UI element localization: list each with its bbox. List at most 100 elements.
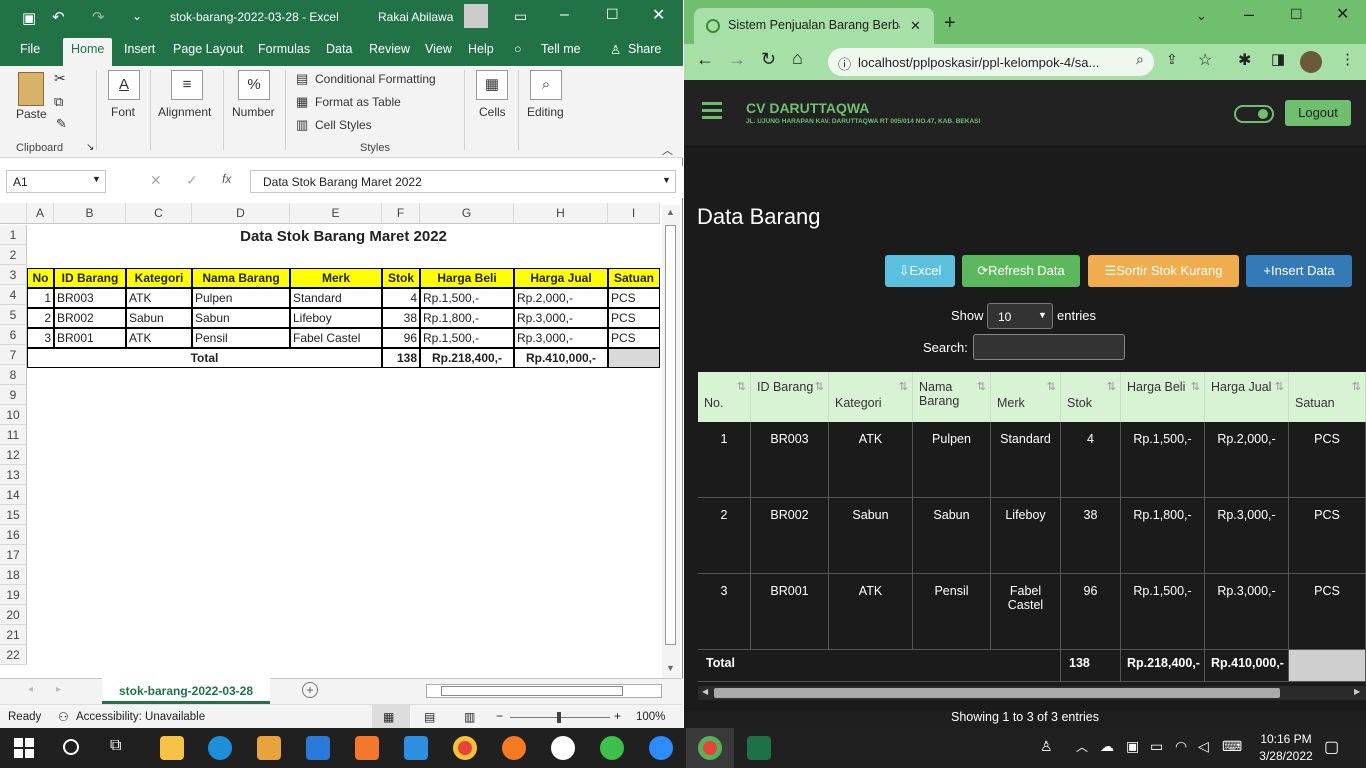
zoom-out-icon[interactable]: −	[496, 709, 503, 723]
data-cell[interactable]: Rp.1,500,-	[420, 288, 514, 308]
tab-data[interactable]: Data	[326, 42, 352, 56]
data-cell[interactable]: 4	[382, 288, 420, 308]
row-header[interactable]: 2	[0, 245, 27, 265]
home-icon[interactable]: ⌂	[792, 48, 803, 69]
row-header[interactable]: 8	[0, 365, 27, 385]
header-cell[interactable]: Harga Beli	[420, 268, 514, 288]
browser-tab[interactable]: Sistem Penjualan Barang Berbasis ✕	[694, 8, 934, 44]
redo-icon[interactable]: ↷	[92, 8, 105, 26]
data-cell[interactable]: Pulpen	[192, 288, 290, 308]
clock-date[interactable]: 3/28/2022	[1256, 749, 1316, 763]
entries-select[interactable]: 10 ▼	[987, 303, 1053, 329]
row-header[interactable]: 16	[0, 525, 27, 545]
column-header[interactable]: A	[27, 203, 54, 223]
vscode-icon[interactable]	[404, 736, 428, 760]
table-header[interactable]: Nama Barang ⇅	[913, 372, 991, 422]
data-cell[interactable]: Pensil	[192, 328, 290, 348]
row-header[interactable]: 4	[0, 285, 27, 305]
sort-icon[interactable]: ⇅	[737, 380, 746, 393]
row-header[interactable]: 10	[0, 405, 27, 425]
data-cell[interactable]: Rp.2,000,-	[514, 288, 608, 308]
editing-button[interactable]: Editing	[527, 105, 564, 119]
row-header[interactable]: 12	[0, 445, 27, 465]
prev-sheet-icon[interactable]: ◂	[28, 684, 33, 695]
number-icon[interactable]: %	[238, 70, 270, 100]
data-cell[interactable]: Rp.1,800,-	[420, 308, 514, 328]
data-cell[interactable]: BR003	[54, 288, 126, 308]
people-icon[interactable]: ♙	[1040, 738, 1053, 755]
bookmark-star-icon[interactable]: ☆	[1198, 50, 1212, 70]
mail-icon[interactable]	[306, 736, 330, 760]
data-cell[interactable]: Rp.3,000,-	[514, 308, 608, 328]
copy-icon[interactable]: ⧉	[54, 94, 63, 110]
logout-button[interactable]: Logout	[1285, 100, 1351, 126]
cells-button[interactable]: Cells	[479, 105, 506, 119]
scrollbar-thumb[interactable]	[714, 688, 1280, 698]
close-tab-icon[interactable]: ✕	[910, 18, 921, 34]
data-cell[interactable]: Rp.1,500,-	[420, 328, 514, 348]
sortir-stok-button[interactable]: ☰Sortir Stok Kurang	[1088, 255, 1239, 287]
menu-icon[interactable]: ⋮	[1340, 50, 1355, 68]
table-header[interactable]: Harga Beli ⇅	[1121, 372, 1205, 422]
total-beli-cell[interactable]: Rp.218,400,-	[420, 348, 514, 368]
customize-icon[interactable]: ⌄	[132, 9, 142, 23]
app-icon[interactable]	[551, 736, 575, 760]
cancel-icon[interactable]: ✕	[150, 172, 162, 189]
table-header[interactable]: Merk ⇅	[991, 372, 1061, 422]
header-cell[interactable]: No	[27, 268, 54, 288]
cut-icon[interactable]: ✂	[54, 70, 66, 87]
share-button[interactable]: Share	[628, 42, 661, 56]
tab-help[interactable]: Help	[468, 42, 494, 56]
chevron-up-icon[interactable]: ︿	[1076, 738, 1088, 755]
maximize-icon[interactable]: ☐	[606, 6, 619, 23]
data-cell[interactable]: Fabel Castel	[290, 328, 382, 348]
fx-icon[interactable]: fx	[222, 172, 231, 186]
data-cell[interactable]: PCS	[608, 328, 660, 348]
sort-icon[interactable]: ⇅	[1107, 380, 1116, 393]
zoom-in-icon[interactable]: +	[614, 709, 621, 723]
font-button[interactable]: Font	[111, 105, 135, 119]
paste-icon[interactable]	[18, 72, 44, 106]
column-header[interactable]: D	[192, 203, 290, 223]
column-header[interactable]: B	[54, 203, 126, 223]
total-label-cell[interactable]: Total	[27, 348, 382, 368]
new-tab-icon[interactable]: +	[944, 12, 956, 35]
forward-icon[interactable]: →	[728, 49, 746, 70]
row-header[interactable]: 7	[0, 345, 27, 365]
row-header[interactable]: 22	[0, 645, 27, 665]
column-header[interactable]: F	[382, 203, 420, 223]
row-header[interactable]: 13	[0, 465, 27, 485]
zoom-slider-handle[interactable]	[557, 712, 561, 723]
row-header[interactable]: 11	[0, 425, 27, 445]
row-header[interactable]: 9	[0, 385, 27, 405]
close-icon[interactable]: ✕	[1336, 4, 1349, 24]
search-icon[interactable]	[63, 739, 79, 755]
scroll-left-icon[interactable]: ◀	[702, 687, 708, 696]
back-icon[interactable]: ←	[696, 49, 714, 70]
refresh-data-button[interactable]: ⟳Refresh Data	[962, 255, 1080, 287]
row-header[interactable]: 1	[0, 225, 27, 245]
tell-me[interactable]: Tell me	[541, 42, 581, 56]
header-cell[interactable]: Stok	[382, 268, 420, 288]
xampp-icon[interactable]	[355, 736, 379, 760]
chrome-taskbar-icon[interactable]	[698, 736, 722, 760]
whatsapp-icon[interactable]	[600, 736, 624, 760]
cloud-icon[interactable]: ☁	[1100, 738, 1114, 755]
sort-icon[interactable]: ⇅	[1352, 380, 1361, 393]
sort-icon[interactable]: ⇅	[815, 380, 824, 393]
name-box[interactable]: A1	[6, 170, 106, 193]
tab-review[interactable]: Review	[369, 42, 410, 56]
zoom-icon[interactable]: ⌕	[1136, 51, 1144, 68]
format-as-table-button[interactable]: Format as Table	[315, 95, 401, 109]
collapse-ribbon-icon[interactable]: ︿	[662, 142, 673, 158]
sort-icon[interactable]: ⇅	[1047, 380, 1056, 393]
chevron-down-icon[interactable]: ▼	[92, 174, 101, 184]
total-stok-cell[interactable]: 138	[382, 348, 420, 368]
row-header[interactable]: 19	[0, 585, 27, 605]
data-cell[interactable]: Sabun	[126, 308, 192, 328]
accessibility-status[interactable]: Accessibility: Unavailable	[76, 711, 205, 723]
header-cell[interactable]: Kategori	[126, 268, 192, 288]
editing-icon[interactable]: ⌕	[530, 70, 562, 100]
enter-icon[interactable]: ✓	[186, 172, 198, 189]
header-cell[interactable]: Satuan	[608, 268, 660, 288]
